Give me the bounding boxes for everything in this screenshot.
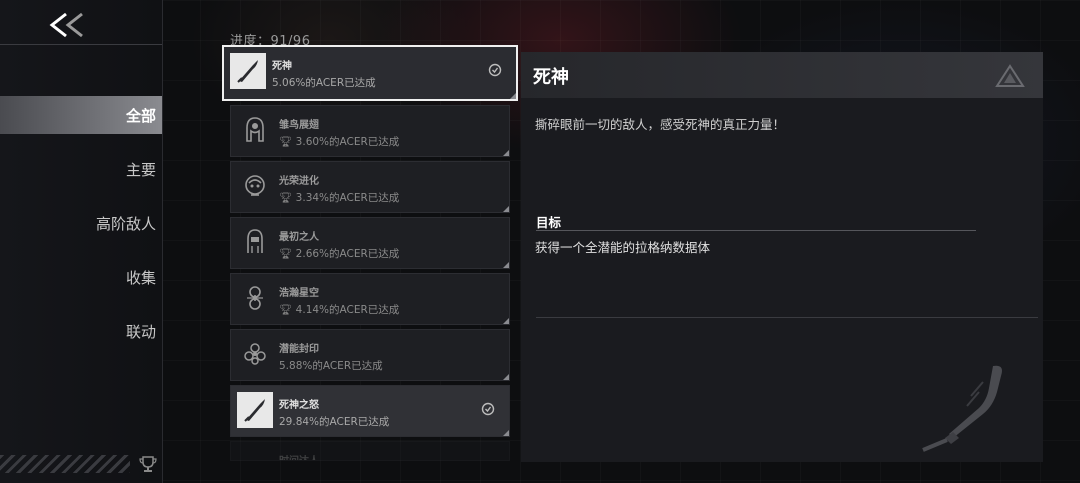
achievement-rate: 5.06%的ACER已达成 [272,77,376,89]
seal-flower-icon [237,336,273,372]
corner-mark [510,93,516,99]
trophy-icon: 🏆︎ [279,248,296,260]
achievement-item[interactable]: 时间达人 [230,441,510,461]
rate-text: 4.14%的ACER已达成 [295,304,400,316]
achievement-rate: 5.88%的ACER已达成 [279,360,383,372]
trophy-icon: 🏆︎ [279,192,296,204]
nav-item-all[interactable]: 全部 [0,96,162,134]
achievement-item[interactable]: 死神之怒 29.84%的ACER已达成 [230,385,510,437]
blade-weapon-icon [922,365,1002,452]
nav-item-elite-enemies[interactable]: 高阶敌人 [0,204,162,242]
achievement-item[interactable]: 雏鸟展翅 🏆︎ 3.60%的ACER已达成 [230,105,510,157]
achievement-rate: 🏆︎ 3.34%的ACER已达成 [279,190,399,205]
completed-check-icon [488,63,502,77]
achievement-item[interactable]: 死神 5.06%的ACER已达成 [222,45,518,101]
chain-link-icon [237,280,273,316]
achievement-title: 潜能封印 [279,344,319,355]
corner-mark [503,262,509,268]
back-button[interactable] [46,10,88,40]
achievement-title: 死神 [272,61,292,72]
completed-check-icon [481,402,495,416]
category-sidebar: 全部 主要 高阶敌人 收集 联动 [0,0,163,483]
detail-divider [536,317,1038,318]
corner-mark [503,318,509,324]
achievement-rate: 29.84%的ACER已达成 [279,416,390,428]
rate-text: 2.66%的ACER已达成 [295,248,400,260]
achievement-title: 雏鸟展翅 [279,120,319,131]
achievement-title: 时间达人 [279,452,319,460]
detail-header: 死神 [521,52,1043,98]
achievement-title: 死神之怒 [279,400,319,411]
achievement-title: 浩瀚星空 [279,288,319,299]
goal-label: 目标 [536,215,562,230]
nav-item-main[interactable]: 主要 [0,150,162,188]
achievement-rate: 🏆︎ 2.66%的ACER已达成 [279,246,399,261]
corner-mark [503,430,509,436]
corner-mark [503,374,509,380]
achievement-rate: 🏆︎ 3.60%的ACER已达成 [279,134,399,149]
achievement-title: 光荣进化 [279,176,319,187]
detail-description: 撕碎眼前一切的敌人，感受死神的真正力量！ [535,117,786,132]
corner-mark [503,150,509,156]
detail-title: 死神 [533,67,569,88]
nav-item-collab[interactable]: 联动 [0,312,162,350]
rate-text: 3.34%的ACER已达成 [295,192,400,204]
double-chevron-left-icon [49,12,83,38]
decorative-stripes [0,455,130,473]
hooded-figure-icon [237,112,273,148]
achievement-item[interactable]: 光荣进化 🏆︎ 3.34%的ACER已达成 [230,161,510,213]
trophy-icon [139,456,157,472]
achievement-item[interactable]: 最初之人 🏆︎ 2.66%的ACER已达成 [230,217,510,269]
goal-underline [536,230,976,231]
rate-text: 3.60%的ACER已达成 [295,136,400,148]
achievement-title: 最初之人 [279,232,319,243]
achievement-list[interactable]: 死神 5.06%的ACER已达成 雏鸟展翅 🏆︎ 3.60%的ACER已达成 光… [222,45,518,465]
achievement-rate: 🏆︎ 4.14%的ACER已达成 [279,302,399,317]
helmet-figure-icon [237,224,273,260]
scythe-icon [230,53,266,89]
nav-item-collection[interactable]: 收集 [0,258,162,296]
achievement-detail-panel: 死神 撕碎眼前一切的敌人，感受死神的真正力量！ 目标 获得一个全潜能的拉格纳数据… [521,52,1043,462]
sidebar-divider [0,44,162,45]
trophy-icon: 🏆︎ [279,136,296,148]
corner-mark [503,206,509,212]
game-logo-icon [995,64,1025,87]
achievement-item[interactable]: 潜能封印 5.88%的ACER已达成 [230,329,510,381]
goal-text: 获得一个全潜能的拉格纳数据体 [535,240,711,255]
scythe-icon [237,392,273,428]
masked-face-icon [237,168,273,204]
trophy-icon: 🏆︎ [279,304,296,316]
achievement-item[interactable]: 浩瀚星空 🏆︎ 4.14%的ACER已达成 [230,273,510,325]
category-nav: 全部 主要 高阶敌人 收集 联动 [0,96,162,366]
